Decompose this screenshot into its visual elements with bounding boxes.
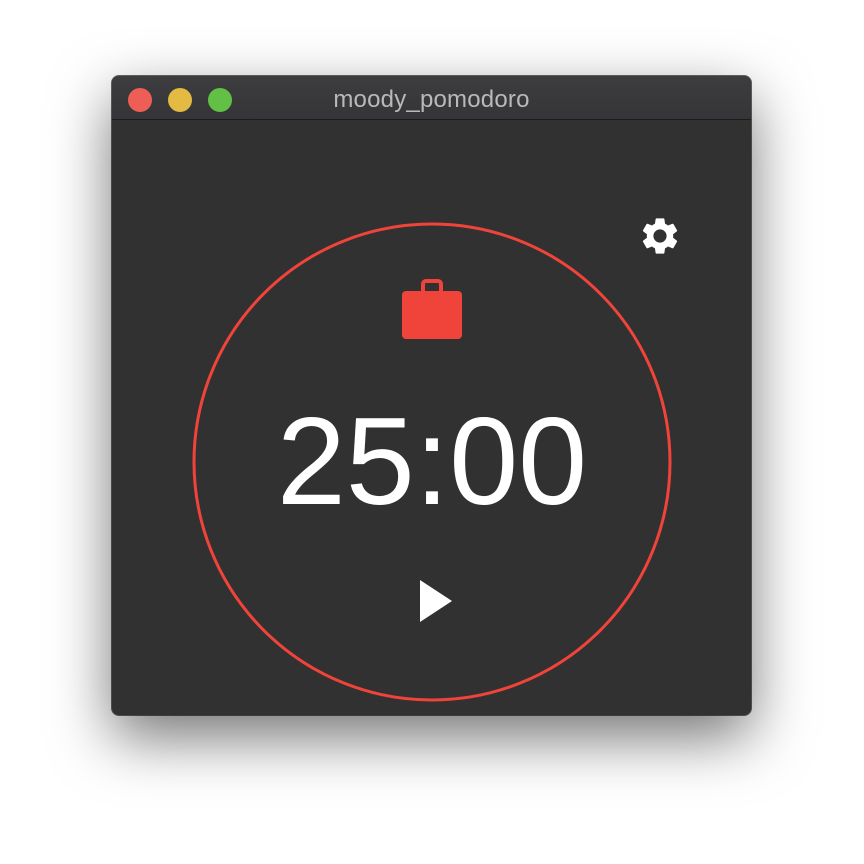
- briefcase-icon: [402, 279, 462, 339]
- window-title: moody_pomodoro: [333, 86, 530, 113]
- play-icon[interactable]: [412, 576, 456, 626]
- timer-display: 25:00: [276, 393, 588, 531]
- main-content: 25:00: [112, 120, 751, 715]
- title-bar[interactable]: moody_pomodoro: [112, 76, 751, 120]
- app-window: moody_pomodoro 25:00: [112, 76, 751, 715]
